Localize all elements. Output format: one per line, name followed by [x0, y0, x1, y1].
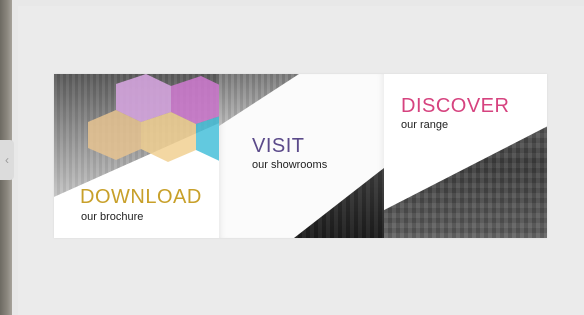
promo-banner: DOWNLOAD our brochure VISIT our showroom…	[54, 74, 547, 238]
visit-title: VISIT	[252, 135, 305, 157]
discover-subtitle: our range	[401, 119, 449, 131]
download-title: DOWNLOAD	[80, 186, 202, 208]
visit-subtitle: our showrooms	[252, 159, 328, 171]
panel-visit[interactable]: VISIT our showrooms	[219, 74, 384, 238]
chevron-left-icon: ‹	[5, 153, 9, 167]
back-arrow-button[interactable]: ‹	[0, 140, 14, 180]
building-photo	[294, 168, 384, 238]
discover-title: DISCOVER	[401, 95, 510, 117]
panel-download[interactable]: DOWNLOAD our brochure	[54, 74, 219, 238]
color-cubes-graphic	[76, 74, 219, 164]
download-subtitle: our brochure	[81, 211, 144, 223]
panel-discover[interactable]: DISCOVER our range	[384, 74, 547, 238]
building-photo	[219, 74, 299, 126]
